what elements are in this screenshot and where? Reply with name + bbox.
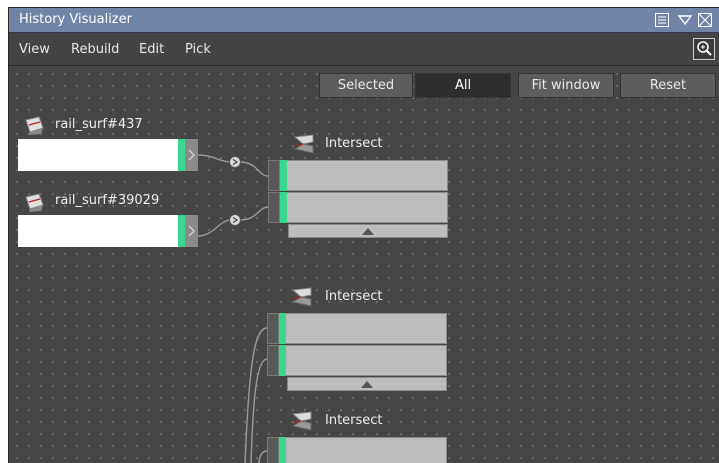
- input-connected-indicator: [280, 160, 287, 191]
- source-output-indicator: [178, 215, 185, 247]
- menu-pick[interactable]: Pick: [185, 42, 211, 57]
- input-slot[interactable]: [279, 437, 447, 463]
- history-visualizer-window: History Visualizer View Rebuild Edit Pic…: [8, 7, 719, 463]
- source-node-rail-surf-437[interactable]: [18, 139, 178, 171]
- close-icon[interactable]: [697, 12, 713, 28]
- list-icon[interactable]: [654, 12, 670, 28]
- window-title: History Visualizer: [19, 12, 132, 27]
- source-node-rail-surf-39029[interactable]: [18, 215, 178, 247]
- wire-junction-icon: [229, 214, 241, 226]
- node-title: Intersect: [325, 136, 383, 151]
- graph-canvas[interactable]: Selected All Fit window Reset rail_surf#…: [9, 66, 719, 463]
- collapse-button[interactable]: [287, 377, 447, 391]
- input-slot[interactable]: [280, 192, 448, 223]
- intersect-icon: [291, 287, 313, 307]
- input-slot[interactable]: [280, 160, 448, 191]
- source-output-indicator: [178, 139, 185, 171]
- menu-rebuild[interactable]: Rebuild: [71, 42, 119, 57]
- source-label: rail_surf#39029: [55, 193, 160, 208]
- input-slot[interactable]: [279, 313, 447, 344]
- menu-bar: View Rebuild Edit Pick: [9, 33, 719, 66]
- surface-icon: [23, 193, 45, 213]
- intersect-icon: [291, 411, 313, 431]
- node-title: Intersect: [325, 413, 383, 428]
- title-bar: History Visualizer: [9, 8, 719, 33]
- input-port[interactable]: [267, 313, 279, 344]
- intersect-icon: [293, 134, 315, 154]
- input-connected-indicator: [279, 345, 286, 376]
- menu-edit[interactable]: Edit: [139, 42, 164, 57]
- dropdown-triangle-icon[interactable]: [677, 12, 693, 28]
- input-connected-indicator: [280, 192, 287, 223]
- input-connected-indicator: [279, 437, 286, 463]
- collapse-triangle-icon: [361, 381, 373, 388]
- wire-junction-icon: [229, 156, 241, 168]
- input-port[interactable]: [268, 160, 280, 191]
- input-slot[interactable]: [279, 345, 447, 376]
- magnifier-icon[interactable]: [693, 38, 715, 60]
- input-port[interactable]: [268, 192, 280, 223]
- collapse-triangle-icon: [362, 228, 374, 235]
- input-port[interactable]: [267, 345, 279, 376]
- source-output-port[interactable]: [185, 215, 198, 247]
- menu-view[interactable]: View: [19, 42, 50, 57]
- collapse-button[interactable]: [288, 224, 448, 238]
- source-output-port[interactable]: [185, 139, 198, 171]
- input-port[interactable]: [267, 437, 279, 463]
- node-title: Intersect: [325, 289, 383, 304]
- source-label: rail_surf#437: [55, 117, 143, 132]
- input-connected-indicator: [279, 313, 286, 344]
- surface-icon: [23, 116, 45, 136]
